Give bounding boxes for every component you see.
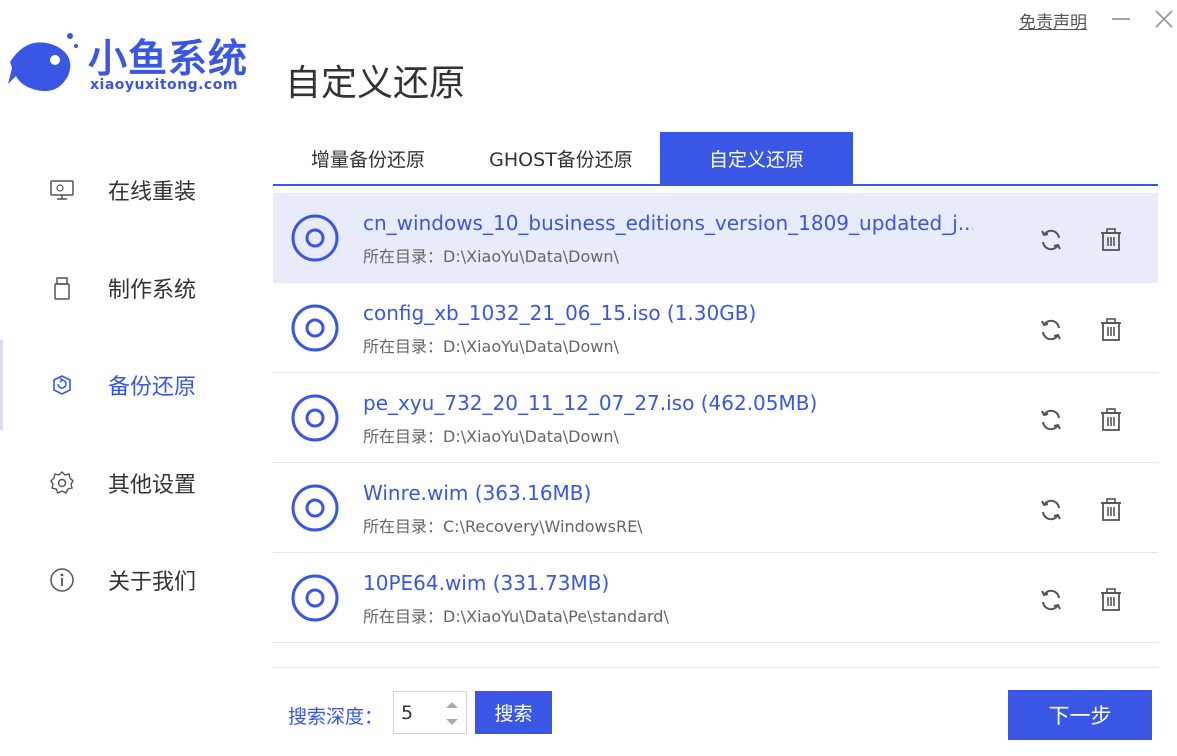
sidebar-item-online-reinstall[interactable]: 在线重装: [0, 160, 260, 220]
file-directory: 所在目录：C:\Recovery\WindowsRE\: [363, 517, 643, 536]
search-button[interactable]: 搜索: [475, 691, 552, 734]
tab-incremental-restore[interactable]: 增量备份还原: [273, 132, 463, 184]
sidebar-item-other-settings[interactable]: 其他设置: [0, 453, 260, 513]
list-item[interactable]: Winre.wim (363.16MB) 所在目录：C:\Recovery\Wi…: [273, 463, 1158, 553]
brand-name: 小鱼系统: [88, 37, 249, 82]
sidebar-item-backup-restore[interactable]: 备份还原: [0, 355, 260, 415]
minimize-icon[interactable]: [1108, 6, 1134, 32]
file-directory: 所在目录：D:\XiaoYu\Data\Down\: [363, 427, 619, 446]
file-name: pe_xyu_732_20_11_12_07_27.iso (462.05MB): [363, 391, 818, 415]
next-step-button[interactable]: 下一步: [1008, 690, 1152, 740]
tab-custom-restore[interactable]: 自定义还原: [660, 132, 853, 184]
trash-icon[interactable]: [1098, 587, 1124, 613]
refresh-icon[interactable]: [1038, 407, 1064, 433]
close-icon[interactable]: [1151, 6, 1177, 32]
search-depth-label: 搜索深度：: [288, 706, 384, 728]
trash-icon[interactable]: [1098, 407, 1124, 433]
trash-icon[interactable]: [1098, 317, 1124, 343]
list-item[interactable]: cn_windows_10_business_editions_version_…: [273, 193, 1158, 283]
monitor-icon: [48, 176, 76, 204]
sidebar-item-label: 备份还原: [108, 375, 197, 400]
sidebar-item-label: 制作系统: [108, 278, 197, 303]
fish-logo-icon: [6, 24, 82, 100]
search-depth-stepper: [393, 691, 467, 734]
file-directory: 所在目录：D:\XiaoYu\Data\Down\: [363, 337, 619, 356]
file-name: config_xb_1032_21_06_15.iso (1.30GB): [363, 301, 757, 325]
refresh-icon[interactable]: [1038, 497, 1064, 523]
list-item[interactable]: config_xb_1032_21_06_15.iso (1.30GB) 所在目…: [273, 283, 1158, 373]
file-name: Winre.wim (363.16MB): [363, 481, 592, 505]
file-directory: 所在目录：D:\XiaoYu\Data\Pe\standard\: [363, 607, 669, 626]
sidebar-item-make-system[interactable]: 制作系统: [0, 258, 260, 318]
list-item[interactable]: pe_xyu_732_20_11_12_07_27.iso (462.05MB)…: [273, 373, 1158, 463]
trash-icon[interactable]: [1098, 497, 1124, 523]
disclaimer-link[interactable]: 免责声明: [1019, 8, 1087, 33]
refresh-icon[interactable]: [1038, 317, 1064, 343]
trash-icon[interactable]: [1098, 227, 1124, 253]
disc-icon: [291, 214, 339, 262]
disc-icon: [291, 304, 339, 352]
tab-ghost-restore[interactable]: GHOST备份还原: [466, 132, 656, 184]
page-title: 自定义还原: [285, 63, 466, 104]
file-name: 10PE64.wim (331.73MB): [363, 571, 610, 595]
search-depth-input[interactable]: [394, 692, 438, 733]
disc-icon: [291, 394, 339, 442]
usb-drive-icon: [48, 274, 76, 302]
gear-icon: [48, 469, 76, 497]
refresh-icon[interactable]: [1038, 587, 1064, 613]
sidebar-item-about-us[interactable]: 关于我们: [0, 550, 260, 610]
list-divider: [273, 667, 1158, 668]
brand-url: xiaoyuxitong.com: [90, 77, 238, 93]
list-item[interactable]: 10PE64.wim (331.73MB) 所在目录：D:\XiaoYu\Dat…: [273, 553, 1158, 643]
spin-down-icon[interactable]: [440, 713, 464, 731]
sidebar-item-label: 在线重装: [108, 180, 197, 205]
backup-restore-icon: [48, 371, 76, 399]
sidebar-item-label: 关于我们: [108, 570, 197, 595]
info-icon: [48, 566, 76, 594]
disc-icon: [291, 484, 339, 532]
disc-icon: [291, 574, 339, 622]
file-directory: 所在目录：D:\XiaoYu\Data\Down\: [363, 247, 619, 266]
file-name: cn_windows_10_business_editions_version_…: [363, 211, 973, 235]
spin-up-icon[interactable]: [440, 695, 464, 713]
restore-tabs: 增量备份还原 GHOST备份还原 自定义还原: [273, 131, 1158, 186]
refresh-icon[interactable]: [1038, 227, 1064, 253]
sidebar-item-label: 其他设置: [108, 473, 197, 498]
